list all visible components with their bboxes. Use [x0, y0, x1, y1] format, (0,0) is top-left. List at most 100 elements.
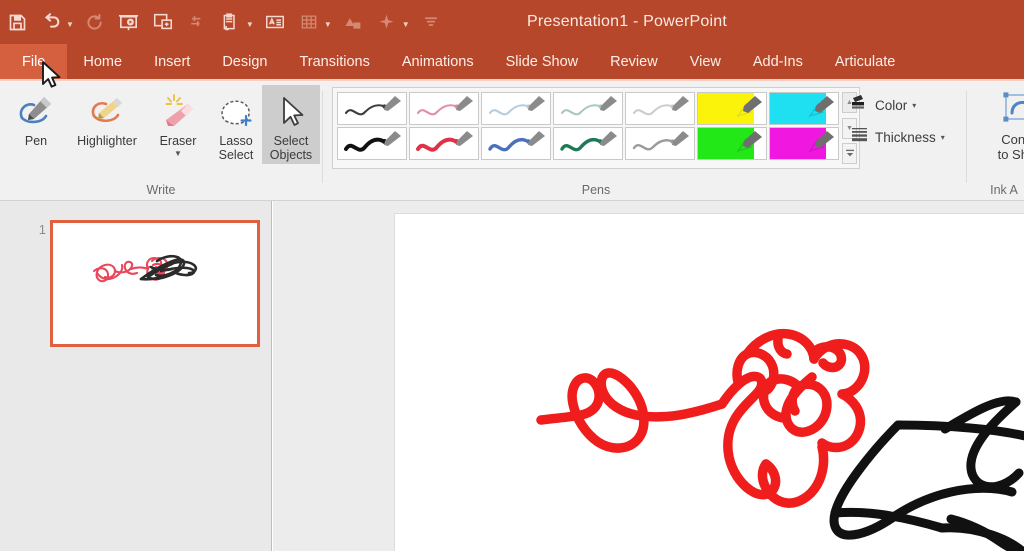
- eraser-icon: [158, 89, 198, 135]
- convert-to-shapes-icon: [999, 87, 1024, 133]
- start-from-beginning-icon: [116, 9, 142, 35]
- slide-thumbnail-1[interactable]: 1: [30, 220, 260, 347]
- ribbon-tab-strip: File Home Insert Design Transitions Anim…: [0, 44, 1024, 79]
- spelling-icon: [184, 9, 210, 35]
- select-objects-label-line1: Select: [273, 134, 309, 148]
- slide-thumbnail-preview-1[interactable]: [50, 220, 260, 347]
- highlighter-tool[interactable]: Highlighter: [68, 85, 146, 149]
- pen-gray-thin-tile[interactable]: [625, 92, 695, 125]
- ink-color-button[interactable]: Color ▾: [850, 94, 945, 117]
- tab-file[interactable]: File: [0, 44, 68, 79]
- write-group-label: Write: [146, 183, 176, 197]
- ribbon-group-ink-art: Color ▾ Thickness ▾ Con to S Ink A: [846, 81, 1024, 199]
- slide-number-1: 1: [38, 222, 46, 237]
- title-bar: ▼ ▼ ▼ ▼ Presentation1 - PowerPoint: [0, 0, 1024, 44]
- customize-qat-icon: [418, 9, 444, 35]
- tab-add-ins[interactable]: Add-Ins: [737, 44, 819, 79]
- pen-gray-thick-tile[interactable]: [625, 127, 695, 160]
- pens-group-label: Pens: [581, 183, 611, 197]
- select-objects-label-line2: Objects: [269, 147, 313, 162]
- qat-start-from-beginning-button[interactable]: [112, 0, 146, 44]
- tab-view[interactable]: View: [674, 44, 737, 79]
- pen-pink-thin-tile[interactable]: [409, 92, 479, 125]
- slide-canvas-area: [273, 201, 1024, 551]
- convert-to-shapes-button[interactable]: Conveto Shap: [984, 87, 1024, 163]
- pen-black-thick-tile[interactable]: [337, 127, 407, 160]
- shapes-icon: [340, 9, 366, 35]
- qat-spelling-button[interactable]: [180, 0, 214, 44]
- tab-review[interactable]: Review: [594, 44, 674, 79]
- ink-thickness-icon: [850, 126, 870, 149]
- pen-blue-thick-tile[interactable]: [481, 127, 551, 160]
- ribbon: Pen Highlighter Eraser ▼ Lasso Select Se…: [0, 79, 1024, 201]
- redo-icon: [82, 9, 108, 35]
- highlighter-cyan-tile[interactable]: [769, 92, 839, 125]
- tab-transitions[interactable]: Transitions: [283, 44, 385, 79]
- highlighter-yellow-tile[interactable]: [697, 92, 767, 125]
- tab-articulate[interactable]: Articulate: [819, 44, 911, 79]
- quick-access-toolbar: ▼ ▼ ▼ ▼: [0, 0, 448, 44]
- pen-lightgreen-thin-tile[interactable]: [553, 92, 623, 125]
- pen-lightblue-thin-tile[interactable]: [481, 92, 551, 125]
- select-objects-tool[interactable]: Select Objects: [262, 85, 320, 164]
- table-dropdown-caret[interactable]: ▼: [324, 21, 332, 29]
- qat-table-button[interactable]: ▼: [292, 0, 336, 44]
- lasso-select-label-line1: Lasso: [219, 134, 253, 148]
- tab-insert[interactable]: Insert: [138, 44, 206, 79]
- eraser-tool[interactable]: Eraser ▼: [146, 85, 210, 158]
- slide-canvas[interactable]: [394, 213, 1024, 551]
- tab-home[interactable]: Home: [67, 44, 138, 79]
- highlighter-green-tile[interactable]: [697, 127, 767, 160]
- undo-icon: [38, 9, 64, 35]
- arrow-pointer-icon: [271, 89, 311, 135]
- pen-tool[interactable]: Pen: [4, 85, 68, 149]
- highlighter-tool-label: Highlighter: [77, 134, 137, 148]
- eraser-tool-label: Eraser: [159, 134, 197, 148]
- lasso-select-tool[interactable]: Lasso Select: [210, 85, 262, 162]
- table-icon: [296, 9, 322, 35]
- paste-dropdown-caret[interactable]: ▼: [246, 21, 254, 29]
- slide-thumbnail-pane[interactable]: 1: [0, 201, 272, 551]
- text-box-icon: [262, 9, 288, 35]
- ink-color-caret[interactable]: ▾: [912, 101, 916, 110]
- qat-shapes-button[interactable]: [336, 0, 370, 44]
- qat-effects-button[interactable]: ▼: [370, 0, 414, 44]
- effects-icon: [374, 9, 400, 35]
- qat-customize-button[interactable]: [414, 0, 448, 44]
- qat-save-button[interactable]: [0, 0, 34, 44]
- qat-new-slide-button[interactable]: [146, 0, 180, 44]
- ink-thickness-button[interactable]: Thickness ▾: [850, 126, 945, 149]
- qat-text-box-button[interactable]: [258, 0, 292, 44]
- ink-thickness-label: Thickness: [875, 130, 936, 145]
- new-slide-icon: [150, 9, 176, 35]
- red-ink-stroke: [536, 328, 870, 508]
- convert-to-shapes-label-line1: Conve: [1001, 132, 1024, 147]
- tab-animations[interactable]: Animations: [386, 44, 490, 79]
- eraser-dropdown-caret[interactable]: ▼: [174, 149, 182, 158]
- pen-icon: [16, 89, 56, 135]
- paste-icon: [218, 9, 244, 35]
- ink-thickness-caret[interactable]: ▾: [941, 133, 945, 142]
- pen-green-thick-tile[interactable]: [553, 127, 623, 160]
- qat-undo-button[interactable]: ▼: [34, 0, 78, 44]
- pen-red-thick-tile[interactable]: [409, 127, 479, 160]
- save-icon: [4, 9, 30, 35]
- ink-color-label: Color: [875, 98, 908, 113]
- thumbnail-ink-drawing: [92, 254, 198, 283]
- effects-dropdown-caret[interactable]: ▼: [402, 21, 410, 29]
- pens-gallery[interactable]: ▲ ▼: [332, 87, 860, 169]
- tab-slide-show[interactable]: Slide Show: [490, 44, 595, 79]
- highlighter-icon: [87, 89, 127, 135]
- qat-redo-button[interactable]: [78, 0, 112, 44]
- highlighter-magenta-tile[interactable]: [769, 127, 839, 160]
- lasso-select-icon: [216, 89, 256, 135]
- pen-black-thin-tile[interactable]: [337, 92, 407, 125]
- ribbon-group-write: Pen Highlighter Eraser ▼ Lasso Select Se…: [0, 81, 322, 199]
- undo-dropdown-caret[interactable]: ▼: [66, 21, 74, 29]
- tab-design[interactable]: Design: [206, 44, 283, 79]
- ink-options-column: Color ▾ Thickness ▾: [850, 94, 945, 149]
- ink-art-group-label: Ink A: [990, 183, 1018, 197]
- qat-paste-button[interactable]: ▼: [214, 0, 258, 44]
- pen-tool-label: Pen: [24, 134, 48, 148]
- lasso-select-label-line2: Select: [218, 147, 254, 162]
